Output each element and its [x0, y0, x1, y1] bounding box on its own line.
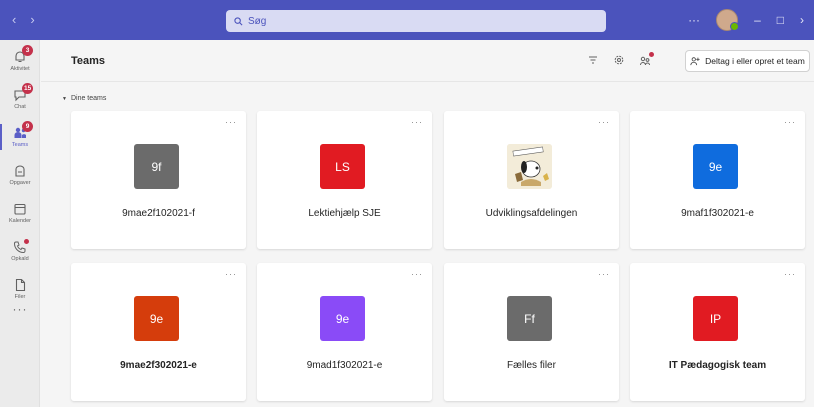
maximize-icon[interactable]: □ — [777, 13, 784, 27]
team-avatar: 9e — [134, 296, 179, 341]
rail-item-teams[interactable]: 9 Teams — [0, 118, 40, 156]
title-bar: ‹ › Søg ··· – □ › — [0, 0, 814, 40]
team-avatar: LS — [320, 144, 365, 189]
rail-item-calls[interactable]: Opkald — [0, 232, 40, 270]
assignments-icon — [15, 165, 25, 177]
rail-item-assignments[interactable]: Opgaver — [0, 156, 40, 194]
team-card[interactable]: ··· IP IT Pædagogisk team — [630, 263, 805, 401]
team-name: 9mae2f302021-e — [120, 360, 197, 371]
search-placeholder: Søg — [248, 15, 267, 27]
team-card[interactable]: ··· Ff Fælles filer — [444, 263, 619, 401]
chat-badge: 15 — [22, 83, 34, 94]
rail-label: Opgaver — [9, 180, 31, 186]
join-or-create-team-button[interactable]: Deltag i eller opret et team — [685, 50, 810, 72]
nav-arrows: ‹ › — [12, 12, 35, 27]
teams-badge: 9 — [22, 121, 33, 132]
team-avatar: 9f — [134, 144, 179, 189]
team-card[interactable]: ··· 9f 9mae2f102021-f — [71, 111, 246, 249]
more-options-icon[interactable]: ··· — [784, 269, 796, 279]
activity-badge: 3 — [22, 45, 33, 56]
file-icon — [15, 278, 26, 292]
more-options-icon[interactable]: ··· — [598, 269, 610, 279]
team-card[interactable]: ··· Udviklingsafdelingen — [444, 111, 619, 249]
forward-icon[interactable]: › — [30, 12, 34, 27]
rail-item-calendar[interactable]: Kalender — [0, 194, 40, 232]
team-card[interactable]: ··· 9e 9mad1f302021-e — [257, 263, 432, 401]
join-button-label: Deltag i eller opret et team — [705, 56, 805, 66]
close-icon[interactable]: › — [800, 13, 804, 27]
rail-label: Kalender — [8, 218, 32, 224]
team-name: Fælles filer — [507, 360, 556, 371]
team-avatar-snoopy-image — [507, 144, 552, 189]
your-teams-toggle[interactable]: ▼ Dine teams — [62, 95, 106, 102]
more-options-icon[interactable]: ··· — [784, 117, 796, 127]
team-name: 9mad1f302021-e — [306, 360, 383, 371]
search-icon — [234, 16, 243, 25]
gear-icon[interactable] — [613, 54, 625, 66]
team-card[interactable]: ··· 9e 9mae2f302021-e — [71, 263, 246, 401]
team-avatar: IP — [693, 296, 738, 341]
rail-label: Opkald — [11, 256, 29, 262]
rail-label: Chat — [14, 104, 26, 110]
team-avatar: Ff — [507, 296, 552, 341]
team-name: Udviklingsafdelingen — [485, 208, 578, 219]
team-card[interactable]: ··· 9e 9maf1f302021-e — [630, 111, 805, 249]
filter-icon[interactable] — [587, 54, 599, 66]
more-options-icon[interactable]: ··· — [598, 117, 610, 127]
rail-label: Aktivitet — [10, 66, 30, 72]
more-options-icon[interactable]: ··· — [225, 269, 237, 279]
more-options-icon[interactable]: ··· — [411, 269, 423, 279]
team-name: IT Pædagogisk team — [668, 360, 767, 371]
rail-item-chat[interactable]: 15 Chat — [0, 80, 40, 118]
titlebar-controls: ··· – □ › — [688, 0, 814, 40]
rail-item-activity[interactable]: 3 Aktivitet — [0, 42, 40, 80]
page-title: Teams — [71, 55, 106, 67]
user-avatar[interactable] — [716, 9, 740, 31]
rail-label: Teams — [11, 142, 29, 148]
app-rail: 3 Aktivitet 15 Chat 9 Teams Opgaver Kale… — [0, 40, 40, 407]
more-apps-icon[interactable]: ··· — [0, 302, 40, 316]
add-people-icon — [690, 57, 700, 66]
snoopy-image — [507, 144, 552, 189]
caret-down-icon: ▼ — [62, 95, 67, 102]
calendar-icon — [14, 203, 26, 215]
calls-dot — [24, 239, 29, 244]
team-activity-icon[interactable] — [639, 52, 654, 66]
back-icon[interactable]: ‹ — [12, 12, 16, 27]
section-label: Dine teams — [70, 95, 107, 102]
more-options-icon[interactable]: ··· — [688, 13, 700, 27]
team-name: Lektiehjælp SJE — [308, 208, 381, 219]
teams-header: Teams Deltag i eller opret et team — [41, 40, 814, 82]
team-card[interactable]: ··· LS Lektiehjælp SJE — [257, 111, 432, 249]
team-name: 9mae2f102021-f — [122, 208, 195, 219]
team-avatar: 9e — [320, 296, 365, 341]
team-avatar: 9e — [693, 144, 738, 189]
more-options-icon[interactable]: ··· — [225, 117, 237, 127]
header-icons — [587, 52, 654, 66]
team-name: 9maf1f302021-e — [681, 208, 754, 219]
more-options-icon[interactable]: ··· — [411, 117, 423, 127]
minimize-icon[interactable]: – — [754, 13, 761, 27]
rail-label: Filer — [14, 294, 26, 300]
search-input[interactable]: Søg — [226, 10, 606, 32]
notification-dot — [649, 52, 654, 57]
